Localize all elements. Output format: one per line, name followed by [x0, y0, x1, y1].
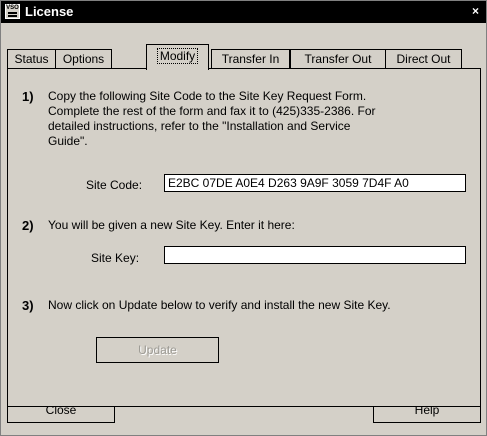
license-app-icon: VSO [5, 4, 20, 19]
update-button[interactable]: Update [96, 337, 219, 363]
license-dialog: VSO License × Status Options Modify Tran… [0, 0, 487, 436]
title-bar[interactable]: VSO License × [1, 1, 486, 23]
tab-options[interactable]: Options [55, 49, 112, 69]
tab-label: Transfer Out [304, 52, 372, 66]
modify-panel: 1) Copy the following Site Code to the S… [7, 68, 481, 407]
step-3-instructions: Now click on Update below to verify and … [48, 298, 391, 312]
close-icon[interactable]: × [469, 5, 482, 18]
site-key-input[interactable] [164, 246, 466, 264]
tab-label: Direct Out [396, 52, 451, 66]
tab-transfer-out[interactable]: Transfer Out [290, 49, 386, 69]
tab-direct-out[interactable]: Direct Out [385, 49, 462, 69]
tab-label: Modify [156, 48, 199, 64]
site-key-label: Site Key: [91, 251, 140, 265]
tab-label: Options [62, 52, 105, 66]
tab-transfer-in[interactable]: Transfer In [211, 49, 290, 69]
step-1-line: detailed instructions, refer to the "Ins… [48, 119, 351, 133]
tab-modify[interactable]: Modify [146, 44, 209, 70]
step-1-line: Guide". [48, 134, 88, 148]
tab-label: Status [14, 52, 49, 66]
site-code-field[interactable]: E2BC 07DE A0E4 D263 9A9F 3059 7D4F A0 [164, 174, 466, 192]
step-2-number: 2) [22, 218, 34, 233]
step-1-line: Complete the rest of the form and fax it… [48, 104, 376, 118]
step-1-instructions: Copy the following Site Code to the Site… [48, 89, 473, 149]
step-2-instructions: You will be given a new Site Key. Enter … [48, 218, 295, 232]
step-1-line: Copy the following Site Code to the Site… [48, 89, 367, 103]
step-1-number: 1) [22, 89, 34, 104]
window-title: License [25, 4, 74, 19]
app-icon-glyph: VSO [6, 5, 19, 11]
tab-status[interactable]: Status [7, 49, 56, 69]
step-3-number: 3) [22, 298, 34, 313]
site-code-label: Site Code: [86, 178, 143, 192]
tab-label: Transfer In [221, 52, 280, 66]
update-button-label: Update [138, 343, 177, 357]
